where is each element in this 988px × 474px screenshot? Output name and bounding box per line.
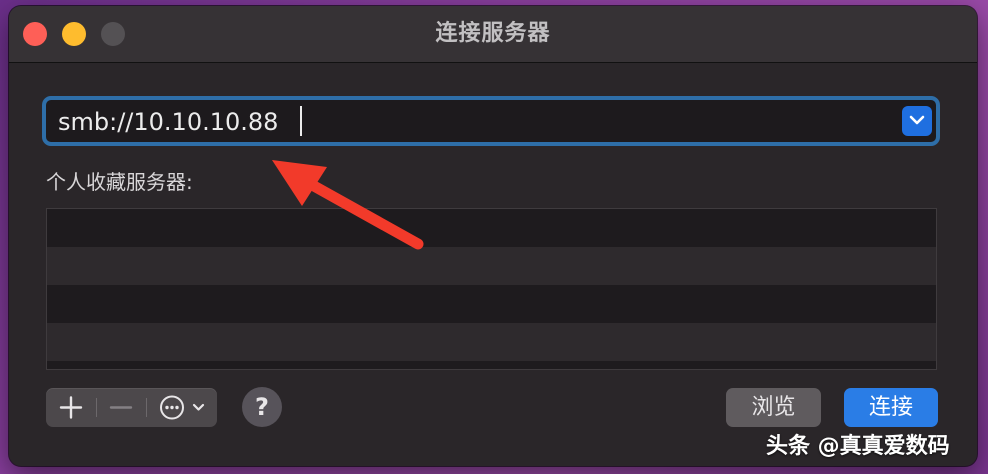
list-row[interactable] (47, 209, 936, 247)
chevron-down-icon (909, 115, 925, 125)
text-caret (300, 106, 302, 136)
more-actions-menu-button[interactable] (146, 388, 217, 427)
favorite-servers-list[interactable] (46, 208, 937, 370)
list-row[interactable] (47, 285, 936, 323)
favorite-servers-label: 个人收藏服务器: (46, 170, 193, 194)
window-title: 连接服务器 (435, 21, 551, 46)
title-bar: 连接服务器 (9, 6, 977, 63)
minus-icon (109, 406, 133, 409)
list-row[interactable] (47, 323, 936, 361)
connect-button[interactable]: 连接 (844, 388, 938, 427)
favorites-edit-control (46, 388, 217, 427)
connect-to-server-window: 连接服务器 个人收藏服务器: (9, 6, 977, 466)
server-address-input[interactable] (56, 104, 880, 140)
help-button[interactable]: ? (242, 387, 282, 427)
recent-servers-dropdown-button[interactable] (902, 106, 932, 136)
server-address-field[interactable] (42, 96, 940, 146)
browse-button[interactable]: 浏览 (726, 388, 821, 427)
remove-favorite-button[interactable] (96, 388, 146, 427)
watermark-text: 头条 @真真爱数码 (766, 434, 950, 459)
ellipsis-circle-icon (160, 395, 205, 420)
plus-icon (59, 396, 83, 419)
list-row[interactable] (47, 247, 936, 285)
add-favorite-button[interactable] (46, 388, 96, 427)
